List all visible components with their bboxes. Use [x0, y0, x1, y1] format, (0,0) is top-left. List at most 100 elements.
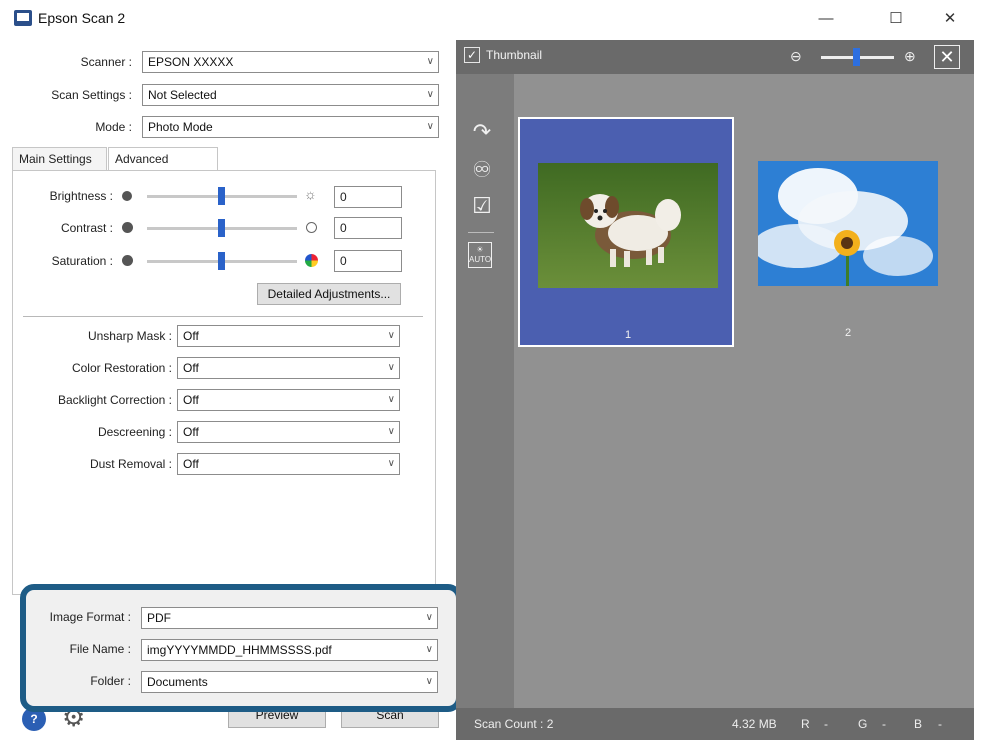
thumbnail-number: 2 [844, 327, 852, 339]
brightness-input[interactable]: 0 [334, 186, 402, 208]
minimize-button[interactable]: — [806, 6, 846, 32]
tab-main-settings[interactable]: Main Settings [12, 147, 107, 171]
chevron-down-icon: ∨ [425, 676, 433, 687]
dust-removal-select[interactable]: Off ∨ [177, 453, 400, 475]
descreening-value: Off [183, 425, 199, 439]
mode-value: Photo Mode [148, 120, 213, 134]
settings-tabs: Main Settings Advanced Settings [12, 147, 432, 188]
thumbnail-checkbox[interactable]: ✓ [464, 47, 480, 63]
scan-settings-value: Not Selected [148, 88, 217, 102]
color-restoration-value: Off [183, 361, 199, 375]
thumbnail-label: Thumbnail [486, 48, 543, 62]
saturation-slider-thumb[interactable] [218, 252, 225, 270]
thumbnail-image[interactable] [758, 161, 938, 286]
auto-exposure-icon[interactable]: ☀ AUTO [468, 242, 492, 268]
app-icon [14, 10, 32, 26]
preview-header: ✓ Thumbnail ⊖ ⊕ ✕ [456, 40, 974, 74]
chevron-down-icon: ∨ [426, 89, 434, 100]
chevron-down-icon: ∨ [387, 362, 395, 373]
maximize-button[interactable]: ☐ [876, 6, 916, 32]
dust-removal-value: Off [183, 457, 199, 471]
mirror-icon[interactable]: ♾ [468, 156, 496, 184]
backlight-correction-value: Off [183, 393, 199, 407]
zoom-in-icon[interactable]: ⊕ [904, 48, 916, 65]
brightness-slider-thumb[interactable] [218, 187, 225, 205]
r-label: R [801, 717, 810, 731]
descreening-select[interactable]: Off ∨ [177, 421, 400, 443]
unsharp-mask-label: Unsharp Mask : [87, 329, 172, 343]
b-value: - [938, 717, 942, 731]
g-label: G [858, 717, 868, 731]
contrast-input[interactable]: 0 [334, 217, 402, 239]
advanced-settings-panel: Brightness : ☼ 0 Contrast : 0 Saturation… [12, 170, 436, 595]
dog-photo-icon [538, 163, 718, 288]
toolbar-divider [468, 232, 494, 233]
folder-value: Documents [147, 675, 208, 689]
scan-settings-label: Scan Settings : [51, 88, 132, 102]
folder-label: Folder : [90, 674, 131, 688]
file-name-select[interactable]: imgYYYYMMDD_HHMMSSSS.pdf ∨ [141, 639, 438, 661]
b-label: B [914, 717, 923, 731]
saturation-input[interactable]: 0 [334, 250, 402, 272]
divider [23, 316, 423, 317]
contrast-low-icon [122, 222, 133, 233]
unsharp-mask-select[interactable]: Off ∨ [177, 325, 400, 347]
image-format-value: PDF [147, 611, 171, 625]
zoom-out-icon[interactable]: ⊖ [790, 48, 802, 65]
tab-advanced-settings[interactable]: Advanced Settings [108, 147, 218, 188]
scan-count: Scan Count : 2 [474, 717, 554, 731]
image-format-label: Image Format : [49, 610, 131, 624]
detailed-adjustments-button[interactable]: Detailed Adjustments... [257, 283, 401, 305]
output-settings-highlight: Image Format : PDF ∨ File Name : imgYYYY… [20, 584, 462, 712]
color-restoration-select[interactable]: Off ∨ [177, 357, 400, 379]
saturation-high-icon [305, 254, 318, 267]
file-size: 4.32 MB [732, 717, 777, 731]
color-restoration-label: Color Restoration : [71, 361, 172, 375]
thumbnail-image[interactable] [538, 163, 718, 288]
backlight-correction-label: Backlight Correction : [57, 393, 172, 407]
chevron-down-icon: ∨ [387, 458, 395, 469]
saturation-label: Saturation : [51, 254, 113, 268]
contrast-slider-thumb[interactable] [218, 219, 225, 237]
close-button[interactable]: ✕ [930, 6, 970, 32]
title-bar: Epson Scan 2 — ☐ ✕ [0, 0, 982, 38]
dust-removal-label: Dust Removal : [89, 457, 172, 471]
thumbnail-number: 1 [624, 329, 632, 341]
contrast-high-icon [306, 222, 317, 233]
brightness-high-icon: ☼ [304, 186, 317, 202]
thumbnail-area: 1 2 [514, 74, 974, 708]
brightness-label: Brightness : [49, 189, 113, 203]
scanner-select[interactable]: EPSON XXXXX ∨ [142, 51, 439, 73]
backlight-correction-select[interactable]: Off ∨ [177, 389, 400, 411]
r-value: - [824, 717, 828, 731]
chevron-down-icon: ∨ [387, 426, 395, 437]
zoom-slider-thumb[interactable] [853, 48, 860, 66]
mode-select[interactable]: Photo Mode ∨ [142, 116, 439, 138]
chevron-down-icon: ∨ [387, 330, 395, 341]
chevron-down-icon: ∨ [425, 612, 433, 623]
preview-panel: ✓ Thumbnail ⊖ ⊕ ✕ ↷ ♾ ☑ ☀ AUTO 1 2 Scan … [456, 40, 974, 740]
folder-select[interactable]: Documents ∨ [141, 671, 438, 693]
rotate-icon[interactable]: ↷ [468, 118, 496, 146]
scanner-value: EPSON XXXXX [148, 55, 234, 69]
chevron-down-icon: ∨ [425, 644, 433, 655]
file-name-label: File Name : [69, 642, 131, 656]
thumbnail-card[interactable]: 1 [518, 117, 734, 347]
unsharp-mask-value: Off [183, 329, 199, 343]
chevron-down-icon: ∨ [426, 56, 434, 67]
descreening-label: Descreening : [97, 425, 172, 439]
saturation-low-icon [122, 255, 133, 266]
correct-skew-icon[interactable]: ☑ [468, 192, 496, 220]
brightness-low-icon [122, 191, 132, 201]
file-name-value: imgYYYYMMDD_HHMMSSSS.pdf [147, 643, 332, 657]
image-format-select[interactable]: PDF ∨ [141, 607, 438, 629]
scan-settings-select[interactable]: Not Selected ∨ [142, 84, 439, 106]
g-value: - [882, 717, 886, 731]
status-bar: Scan Count : 2 4.32 MB R - G - B - [456, 708, 974, 740]
mode-label: Mode : [95, 120, 132, 134]
thumbnail-card[interactable]: 2 [740, 117, 956, 347]
contrast-label: Contrast : [60, 221, 113, 235]
preview-toolbar: ↷ ♾ ☑ ☀ AUTO [456, 74, 514, 708]
close-preview-icon[interactable]: ✕ [934, 45, 960, 69]
window-title: Epson Scan 2 [38, 10, 126, 26]
